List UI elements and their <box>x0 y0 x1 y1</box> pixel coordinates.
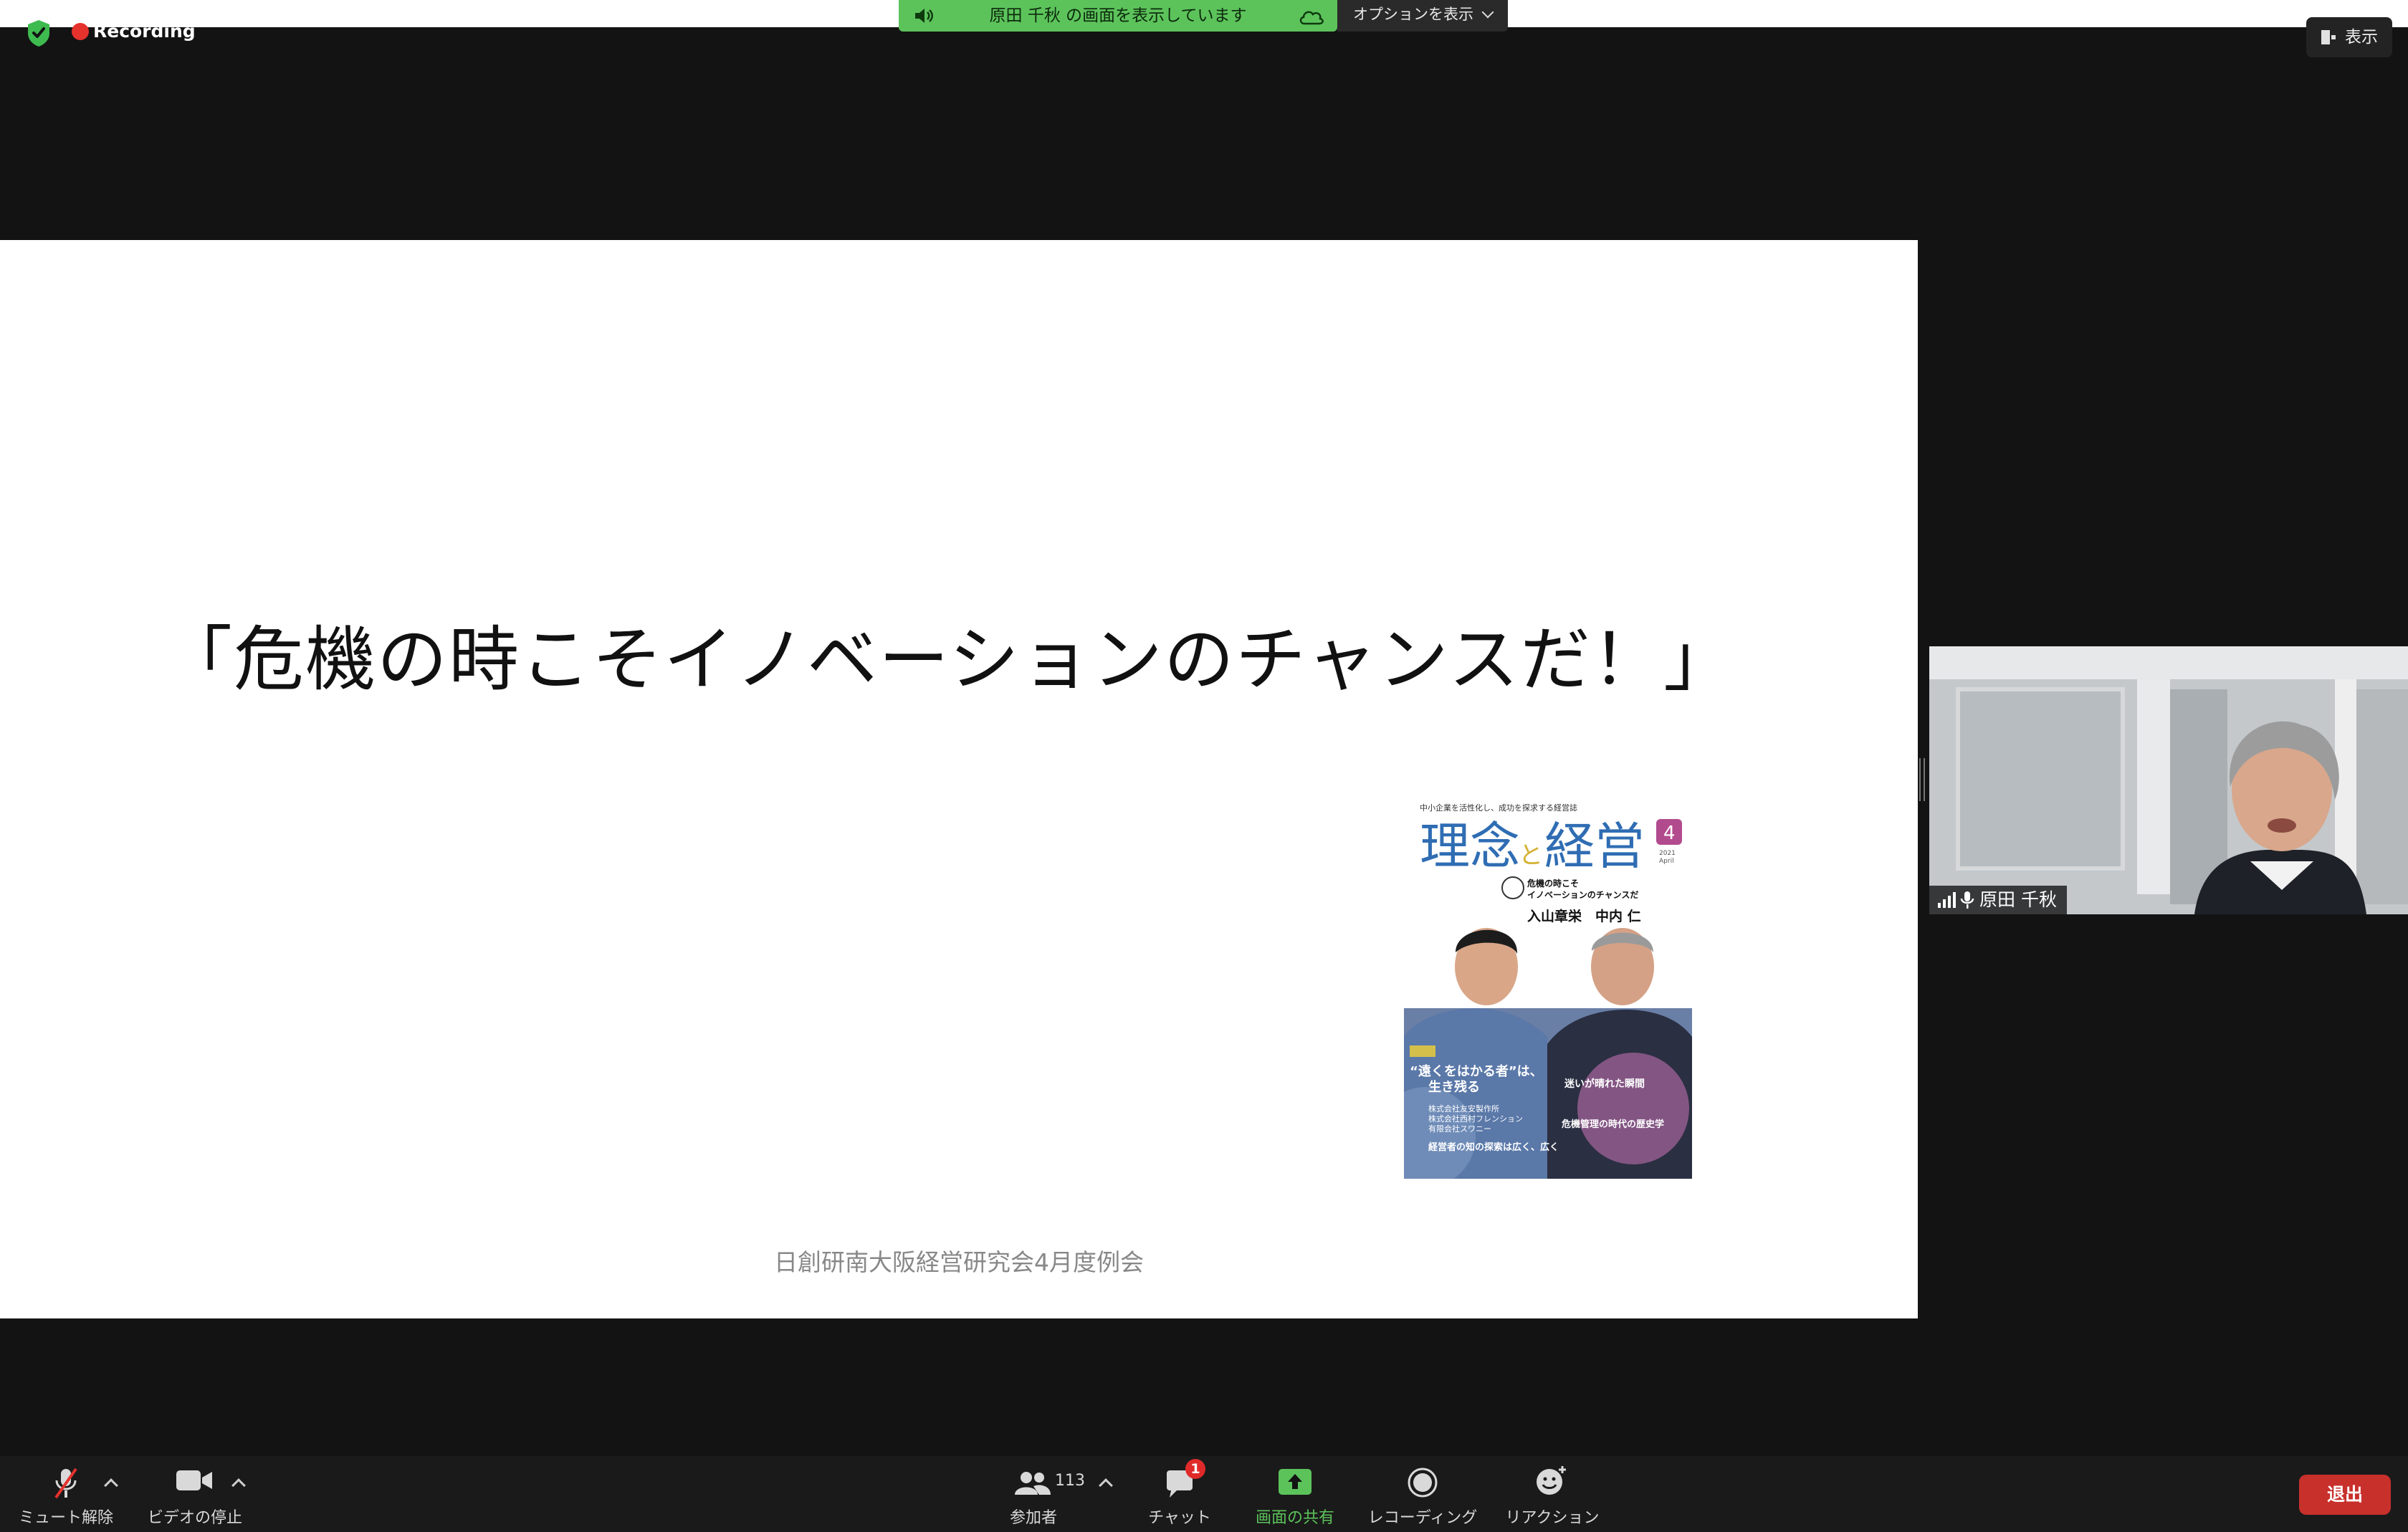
share-screen-label: 画面の共有 <box>1255 1509 1334 1527</box>
leave-meeting-button[interactable]: 退出 <box>2299 1475 2391 1515</box>
reactions-button[interactable]: リアクション <box>1498 1456 1607 1532</box>
chat-button[interactable]: チャット <box>1142 1456 1217 1532</box>
cover-masthead-b: と <box>1519 841 1543 870</box>
panel-resize-handle[interactable] <box>1919 758 1925 801</box>
chevron-down-icon <box>1481 6 1494 19</box>
view-options-label: オプションを表示 <box>1353 6 1473 23</box>
cover-issue-number: 4 <box>1663 823 1676 844</box>
slide-title: 「危機の時こそイノベーションのチャンスだ！」 <box>162 619 1736 701</box>
cover-month: April <box>1659 858 1674 865</box>
participant-name: 原田 千秋 <box>1979 889 2057 910</box>
view-layout-icon <box>2321 30 2336 44</box>
cloud-icon[interactable] <box>1297 6 1326 27</box>
record-icon <box>1408 1468 1438 1498</box>
screen-share-banner: 原田 千秋 の画面を表示しています <box>899 0 1337 32</box>
magazine-cover-art: 中小企業を活性化し、成功を探求する経営誌 理念 と 経営 4 2021 Apri… <box>1404 800 1692 1179</box>
cover-company-3: 有限会社スワニー <box>1428 1124 1491 1134</box>
cover-feature-line2: イノベーションのチャンスだ <box>1527 890 1638 900</box>
record-button[interactable]: レコーディング <box>1362 1456 1484 1532</box>
cover-bottom-line: 経営者の知の探索は広く、広く <box>1428 1141 1559 1153</box>
cover-right-sub: 危機管理の時代の歴史学 <box>1562 1119 1664 1130</box>
cover-feature-line1: 危機の時こそ <box>1526 878 1579 889</box>
mute-label: ミュート解除 <box>18 1509 113 1527</box>
participants-label: 参加者 <box>1009 1509 1057 1527</box>
reactions-label: リアクション <box>1505 1509 1600 1527</box>
record-label: レコーディング <box>1367 1509 1478 1527</box>
slide-footer: 日創研南大阪経営研究会4月度例会 <box>774 1248 1144 1276</box>
recording-label[interactable]: Recording <box>93 17 196 46</box>
magazine-cover-image: 中小企業を活性化し、成功を探求する経営誌 理念 と 経営 4 2021 Apri… <box>1404 800 1692 1179</box>
share-banner-text: 原田 千秋 の画面を表示しています <box>989 6 1247 25</box>
reaction-smiley-icon <box>1537 1466 1566 1495</box>
cover-year: 2021 <box>1659 850 1676 857</box>
cover-company-1: 株式会社友安製作所 <box>1428 1103 1499 1114</box>
cover-headline1: “遠くをはかる者”は、 <box>1410 1064 1543 1079</box>
view-button[interactable]: 表示 <box>2306 17 2392 57</box>
recording-dot-icon <box>72 23 89 40</box>
chat-unread-badge: 1 <box>1185 1459 1205 1479</box>
security-shield-icon[interactable] <box>26 19 52 47</box>
cover-persons: 入山章栄 中内 仁 <box>1527 908 1641 924</box>
participant-name-tag: 原田 千秋 <box>1929 886 2067 914</box>
participants-button[interactable]: 参加者 <box>996 1456 1071 1532</box>
cover-masthead-a: 理念 <box>1420 817 1520 876</box>
microphone-icon <box>1960 891 1974 909</box>
video-button[interactable]: ビデオの停止 <box>136 1456 254 1532</box>
cover-company-2: 株式会社西村フレンション <box>1428 1114 1523 1124</box>
zoom-window: Recording 原田 千秋 の画面を表示しています オプションを表示 表示 … <box>0 0 2408 1532</box>
view-button-label: 表示 <box>2345 28 2378 47</box>
chat-label: チャット <box>1148 1509 1211 1527</box>
cover-right-head: 迷いが晴れた瞬間 <box>1564 1078 1645 1090</box>
signal-strength-icon <box>1938 892 1956 908</box>
video-camera-icon <box>176 1470 212 1490</box>
video-label: ビデオの停止 <box>147 1509 242 1527</box>
participant-video[interactable] <box>1929 646 2408 914</box>
participant-video-frame <box>1929 646 2408 914</box>
share-screen-button[interactable]: 画面の共有 <box>1248 1456 1342 1532</box>
cover-headline2: 生き残る <box>1428 1079 1480 1095</box>
cover-tagline: 中小企業を活性化し、成功を探求する経営誌 <box>1420 803 1577 813</box>
participants-count: 113 <box>1055 1472 1085 1490</box>
view-options-button[interactable]: オプションを表示 <box>1337 0 1508 32</box>
share-screen-icon <box>1279 1469 1312 1495</box>
shared-slide: 「危機の時こそイノベーションのチャンスだ！」 中小企業を活性化し、成功を探求する… <box>0 240 1918 1318</box>
muted-microphone-icon <box>54 1468 77 1499</box>
participants-icon <box>1015 1472 1051 1495</box>
mute-button[interactable]: ミュート解除 <box>10 1456 122 1532</box>
cover-masthead-c: 経営 <box>1544 817 1645 876</box>
